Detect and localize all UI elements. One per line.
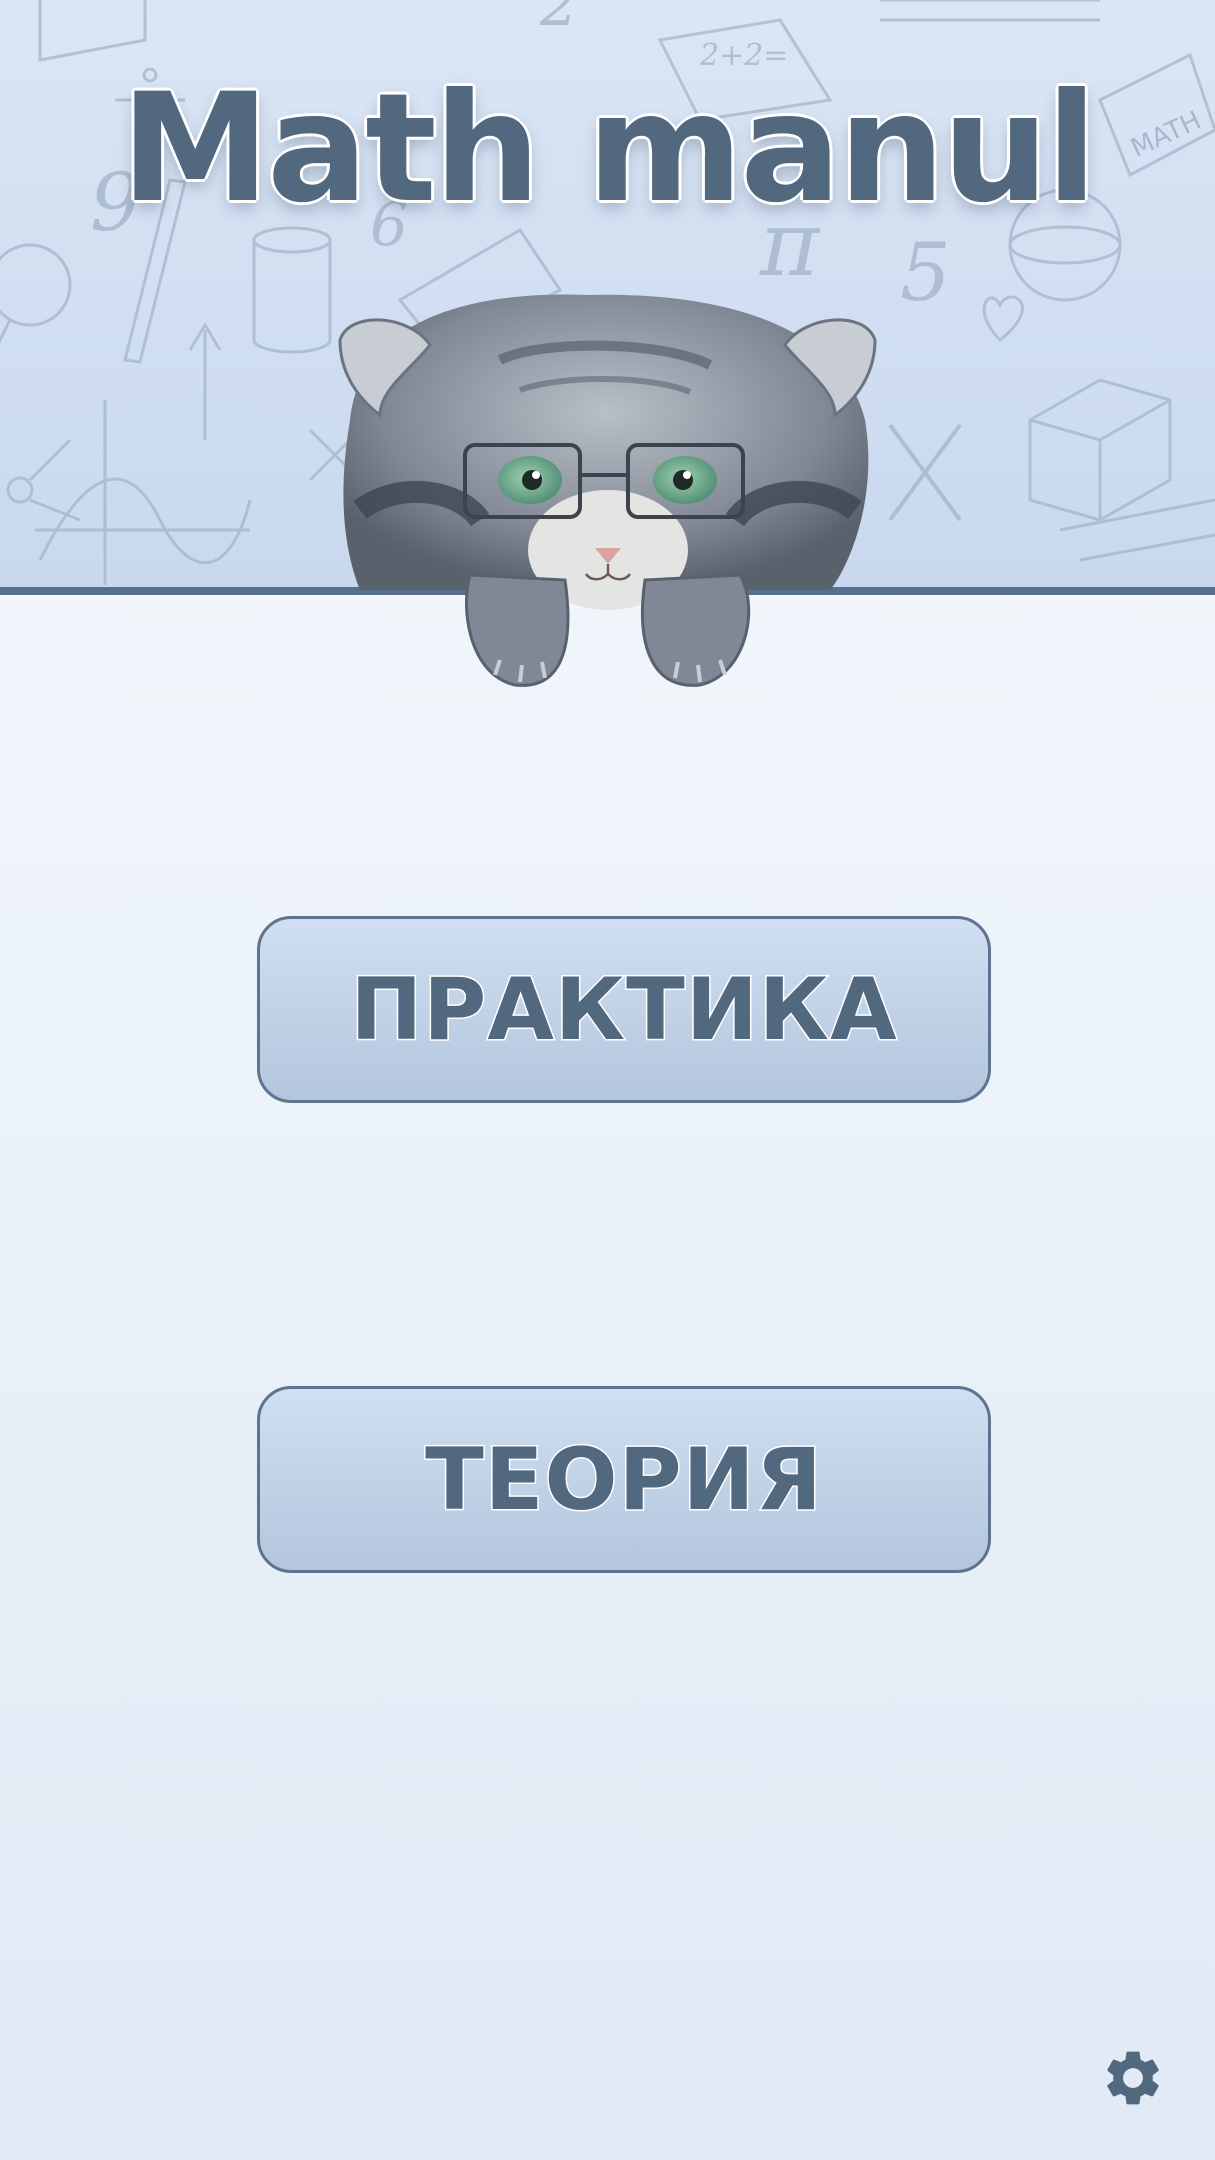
doodle-number-5: 5 xyxy=(900,226,951,319)
theory-button[interactable]: ТЕОРИЯ xyxy=(257,1386,991,1573)
theory-button-label: ТЕОРИЯ xyxy=(424,1428,824,1531)
doodle-number-2: 2 xyxy=(539,0,578,40)
manul-cat-mascot xyxy=(338,294,877,687)
app-title: Math manul xyxy=(119,60,1100,238)
gear-icon[interactable] xyxy=(1100,2045,1166,2111)
practice-button-label: ПРАКТИКА xyxy=(349,958,898,1061)
practice-button[interactable]: ПРАКТИКА xyxy=(257,916,991,1103)
